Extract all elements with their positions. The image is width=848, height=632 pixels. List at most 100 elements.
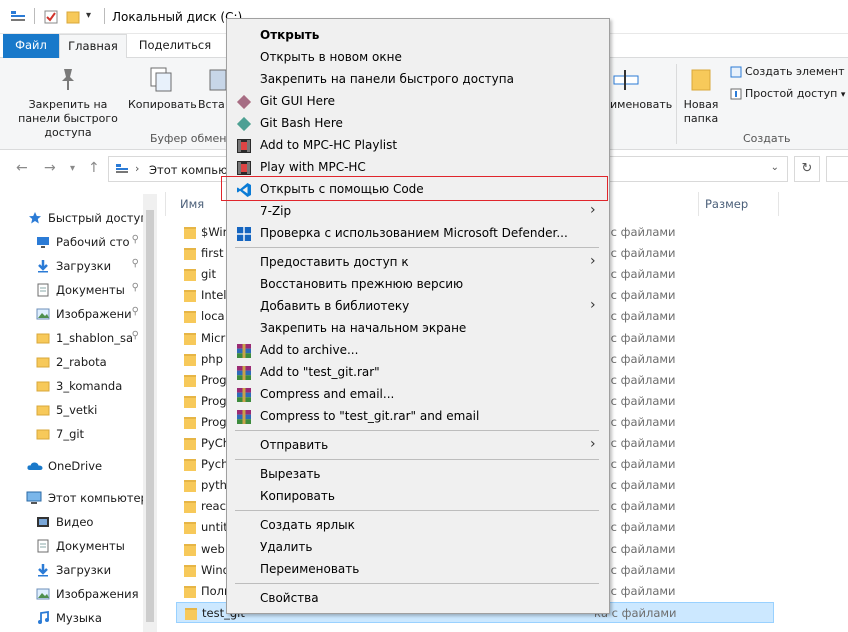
menu-item-свойства[interactable]: Свойства — [228, 587, 608, 609]
nav-item-7_git[interactable]: 7_git — [0, 423, 143, 445]
customize-toolbar-icon[interactable]: ▾ — [86, 10, 91, 21]
nav-item-загрузки[interactable]: Загрузки ⚲ — [0, 255, 143, 277]
star-icon — [28, 211, 42, 225]
nav-item-pc-видео[interactable]: Видео — [0, 511, 143, 533]
folder-icon — [184, 416, 196, 429]
menu-item-вырезать[interactable]: Вырезать — [228, 463, 608, 485]
menu-item-compress-to-test-git-rar-and-email[interactable]: Compress to "test_git.rar" and email — [228, 405, 608, 427]
new-folder-icon — [690, 66, 712, 95]
menu-item-открыть-в-новом-окне[interactable]: Открыть в новом окне — [228, 46, 608, 68]
folder-icon — [184, 353, 196, 366]
menu-item-add-to-archive[interactable]: Add to archive... — [228, 339, 608, 361]
column-header-name[interactable]: Имя — [180, 197, 204, 211]
rename-button[interactable]: именовать — [610, 98, 672, 112]
menu-item-add-to-mpc-hc-playlist[interactable]: Add to MPC-HC Playlist — [228, 134, 608, 156]
forward-arrow-icon[interactable]: → — [44, 160, 56, 176]
nav-item-pc-документы[interactable]: Документы — [0, 535, 143, 557]
column-header-size[interactable]: Размер — [705, 197, 748, 211]
copy-button[interactable]: Копировать — [128, 98, 197, 112]
menu-item-compress-and-email[interactable]: Compress and email... — [228, 383, 608, 405]
search-input[interactable] — [826, 156, 848, 182]
menu-item-добавить-в-библиотеку[interactable]: Добавить в библиотеку › — [228, 295, 608, 317]
nav-item-pc-загрузки[interactable]: Загрузки — [0, 559, 143, 581]
recent-locations-icon[interactable]: ▾ — [70, 163, 75, 174]
menu-item-label: Отправить — [260, 438, 329, 452]
refresh-button[interactable]: ↻ — [794, 156, 820, 182]
pin-quick-access-button[interactable]: Закрепить на панели быстрого доступа — [6, 98, 130, 140]
breadcrumb-chevron-icon: › — [135, 162, 140, 175]
column-divider[interactable] — [778, 192, 779, 216]
nav-item-label: 7_git — [56, 427, 85, 441]
window-title: Локальный диск (C:) — [112, 10, 243, 24]
file-name: Prog — [201, 414, 227, 429]
nav-item-onedrive[interactable]: OneDrive — [0, 455, 143, 477]
up-arrow-icon[interactable]: ↑ — [88, 160, 100, 176]
separator-icon — [104, 8, 105, 24]
new-folder-button[interactable]: Новая папка — [680, 98, 722, 126]
new-item-button[interactable]: Создать элемент ▾ — [745, 65, 848, 78]
nav-item-изображени[interactable]: Изображени ⚲ — [0, 303, 143, 325]
menu-item-копировать[interactable]: Копировать — [228, 485, 608, 507]
nav-item-pc-изображения[interactable]: Изображения — [0, 583, 143, 605]
menu-item-play-with-mpc-hc[interactable]: Play with MPC-HC — [228, 156, 608, 178]
system-menu-icon[interactable] — [10, 10, 26, 27]
nav-item-5_vetki[interactable]: 5_vetki — [0, 399, 143, 421]
nav-item-pc-музыка[interactable]: Музыка — [0, 607, 143, 629]
winrar-icon — [236, 343, 252, 359]
menu-item-label: Play with MPC-HC — [260, 160, 366, 174]
menu-item-git-bash-here[interactable]: Git Bash Here — [228, 112, 608, 134]
menu-item-закрепить-на-начальном-экране[interactable]: Закрепить на начальном экране — [228, 317, 608, 339]
mpc-hc-icon — [236, 138, 252, 154]
pin-icon: ⚲ — [131, 234, 139, 245]
chevron-down-icon[interactable]: ⌄ — [771, 162, 779, 173]
nav-item-рабочий-сто[interactable]: Рабочий сто ⚲ — [0, 231, 143, 253]
new-item-label: Создать элемент — [745, 65, 845, 78]
this-pc-icon — [115, 163, 129, 178]
nav-item-2_rabota[interactable]: 2_rabota — [0, 351, 143, 373]
nav-item-label: Быстрый доступ — [48, 211, 143, 225]
nav-item-3_komanda[interactable]: 3_komanda — [0, 375, 143, 397]
nav-item-quick-access[interactable]: Быстрый доступ — [0, 207, 143, 229]
menu-item-предоставить-доступ-к[interactable]: Предоставить доступ к › — [228, 251, 608, 273]
nav-item-this-pc[interactable]: Этот компьютер — [0, 487, 143, 509]
tab-home[interactable]: Главная — [59, 34, 127, 59]
menu-item-открыть[interactable]: Открыть — [228, 24, 608, 46]
menu-item-создать-ярлык[interactable]: Создать ярлык — [228, 514, 608, 536]
new-folder-icon[interactable] — [66, 10, 80, 27]
pin-icon — [55, 66, 81, 95]
folder-icon — [184, 459, 196, 472]
file-name: first — [201, 246, 224, 261]
menu-item-проверка-с-использованием-microsoft-defender[interactable]: Проверка с использованием Microsoft Defe… — [228, 222, 608, 244]
paste-icon — [208, 66, 228, 97]
menu-item-add-to-test-git-rar[interactable]: Add to "test_git.rar" — [228, 361, 608, 383]
menu-item-отправить[interactable]: Отправить › — [228, 434, 608, 456]
folder-icon — [184, 395, 196, 408]
column-divider[interactable] — [698, 192, 699, 216]
menu-item-закрепить-на-панели-быстрого-доступа[interactable]: Закрепить на панели быстрого доступа — [228, 68, 608, 90]
nav-item-label: Изображения — [56, 587, 139, 601]
folder-icon — [36, 427, 50, 441]
nav-item-1_shablon_sa[interactable]: 1_shablon_sa ⚲ — [0, 327, 143, 349]
column-divider[interactable] — [165, 192, 166, 216]
nav-item-label: 3_komanda — [56, 379, 123, 393]
properties-icon[interactable] — [44, 10, 58, 27]
folder-icon — [36, 379, 50, 393]
menu-item-восстановить-прежнюю-версию[interactable]: Восстановить прежнюю версию — [228, 273, 608, 295]
back-arrow-icon[interactable]: ← — [16, 160, 28, 176]
menu-item-7-zip[interactable]: 7-Zip › — [228, 200, 608, 222]
context-menu: Открыть Открыть в новом окне Закрепить на … — [226, 18, 610, 614]
menu-item-git-gui-here[interactable]: Git GUI Here — [228, 90, 608, 112]
downloads-icon — [36, 259, 50, 273]
menu-item-удалить[interactable]: Удалить — [228, 536, 608, 558]
breadcrumb[interactable]: Этот компьют — [149, 163, 234, 177]
clipboard-group-label: Буфер обмена — [150, 132, 234, 145]
navigation-scrollbar-thumb[interactable] — [146, 210, 154, 622]
tab-file[interactable]: Файл — [3, 34, 59, 58]
menu-item-переименовать[interactable]: Переименовать — [228, 558, 608, 580]
paste-button[interactable]: Вста — [198, 98, 228, 112]
tab-share[interactable]: Поделиться — [130, 34, 220, 58]
nav-item-документы[interactable]: Документы ⚲ — [0, 279, 143, 301]
easy-access-button[interactable]: Простой доступ ▾ — [745, 87, 845, 100]
folder-icon — [184, 311, 196, 324]
folder-icon — [184, 227, 196, 239]
